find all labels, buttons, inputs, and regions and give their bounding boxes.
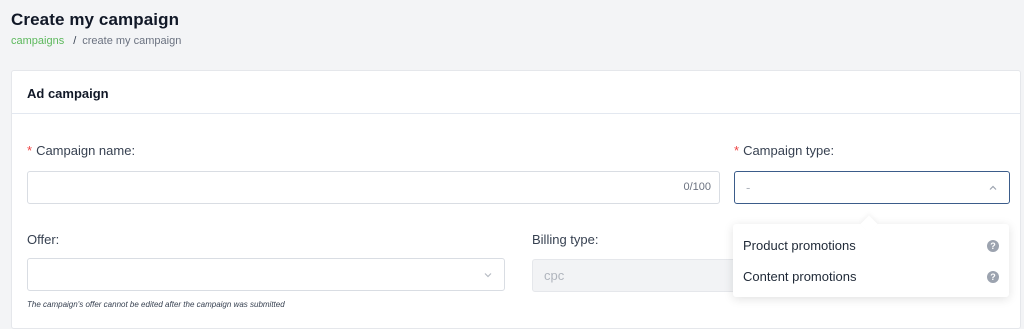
question-mark-icon[interactable]: ?: [987, 240, 999, 252]
campaign-type-value: -: [746, 180, 751, 195]
option-product-promotions[interactable]: Product promotions ?: [733, 230, 1009, 261]
billing-type-value: cpc: [544, 268, 565, 283]
offer-help-text: The campaign's offer cannot be edited af…: [27, 300, 285, 309]
breadcrumb-link-campaigns[interactable]: campaigns: [11, 35, 64, 47]
campaign-type-select[interactable]: -: [734, 171, 1010, 204]
offer-select[interactable]: [27, 258, 505, 291]
campaign-type-dropdown: Product promotions ? Content promotions …: [733, 215, 1009, 297]
page-title: Create my campaign: [11, 10, 180, 29]
billing-type-label: Billing type:: [532, 232, 599, 247]
breadcrumb: campaigns / create my campaign: [11, 35, 181, 47]
campaign-type-label-text: Campaign type:: [743, 143, 835, 158]
campaign-type-label: * Campaign type:: [734, 143, 834, 158]
required-mark: *: [734, 143, 740, 158]
option-label: Product promotions: [743, 238, 856, 253]
option-label: Content promotions: [743, 269, 857, 284]
offer-label: Offer:: [27, 232, 60, 247]
character-counter: 0/100: [683, 181, 711, 193]
billing-type-field: cpc: [532, 259, 762, 292]
campaign-name-label: * Campaign name:: [27, 143, 135, 158]
breadcrumb-current: create my campaign: [82, 35, 182, 47]
campaign-name-label-text: Campaign name:: [36, 143, 136, 158]
chevron-up-icon: [989, 185, 997, 190]
required-mark: *: [27, 143, 33, 158]
question-mark-icon[interactable]: ?: [987, 271, 999, 283]
campaign-name-input[interactable]: 0/100: [27, 171, 720, 204]
chevron-down-icon: [484, 273, 492, 278]
breadcrumb-separator: /: [73, 35, 77, 47]
option-content-promotions[interactable]: Content promotions ?: [733, 261, 1009, 292]
card-title: Ad campaign: [12, 71, 1020, 114]
